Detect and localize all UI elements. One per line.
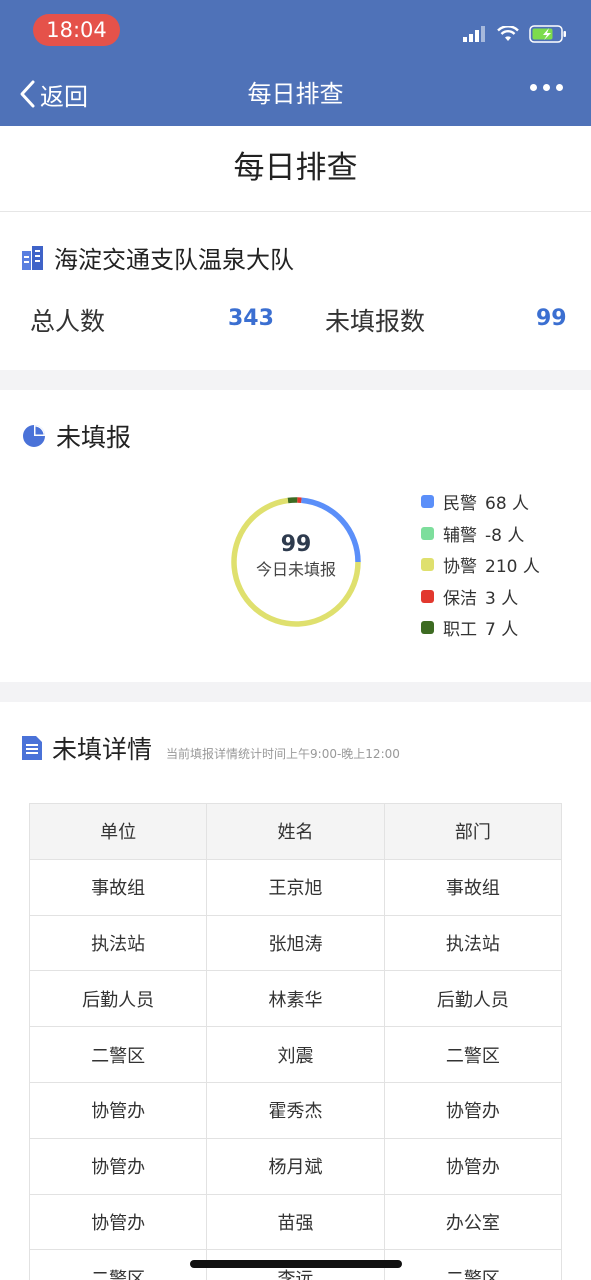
unit-cell: 二警区 — [28, 1249, 208, 1280]
department-cell: 办公室 — [383, 1193, 563, 1251]
unit-header: 海淀交通支队温泉大队 — [22, 240, 294, 275]
chart-header: 未填报 — [22, 418, 131, 454]
donut-center-value: 99 — [280, 532, 312, 557]
legend-label: 职工 — [443, 620, 477, 641]
more-dot-icon — [543, 84, 550, 91]
signal-icon — [463, 26, 485, 42]
chart-legend: 民警 68 人辅警 -8 人协警 210 人保洁 3 人职工 7 人 — [421, 486, 540, 644]
department-cell: 二警区 — [383, 1026, 563, 1083]
name-cell: 张旭涛 — [206, 914, 385, 972]
table-header-row: 单位 姓名 部门 — [28, 803, 563, 860]
status-icons — [463, 22, 567, 46]
column-header: 部门 — [383, 803, 563, 860]
page-title: 每日排查 — [0, 126, 591, 212]
table-row: 事故组 王京旭 事故组 — [28, 858, 563, 916]
unfilled-table: 单位 姓名 部门 事故组 王京旭 事故组 执法站 张旭涛 执法站 后勤人员 林素华 后勤人员 二警… — [28, 803, 563, 1280]
legend-swatch — [421, 558, 434, 572]
legend-swatch — [421, 495, 434, 509]
table-row: 二警区 刘震 二警区 — [28, 1026, 563, 1083]
legend-label: 协警 — [443, 557, 477, 578]
legend-label: 民警 — [443, 494, 477, 515]
department-cell: 执法站 — [383, 914, 563, 972]
legend-value: -8 人 — [485, 525, 525, 546]
department-cell: 事故组 — [383, 858, 563, 916]
name-cell: 王京旭 — [206, 858, 385, 916]
legend-swatch — [421, 526, 434, 540]
unit-cell: 事故组 — [28, 858, 208, 916]
detail-title: 未填详情 — [52, 735, 153, 764]
unit-cell: 执法站 — [28, 914, 208, 972]
department-cell: 二警区 — [383, 1249, 563, 1280]
legend-item[interactable]: 辅警 -8 人 — [421, 518, 540, 550]
more-menu-button[interactable] — [530, 84, 563, 91]
total-count-value: 343 — [228, 306, 274, 331]
table-row: 执法站 张旭涛 执法站 — [28, 914, 563, 972]
section-divider — [0, 370, 591, 390]
total-count-label: 总人数 — [30, 307, 106, 336]
home-indicator — [190, 1260, 402, 1268]
wifi-icon — [497, 26, 519, 41]
pie-chart-icon — [23, 425, 45, 447]
legend-swatch — [421, 621, 434, 635]
table-row: 协管办 霍秀杰 协管办 — [28, 1081, 563, 1139]
name-cell: 刘震 — [206, 1026, 385, 1083]
unit-summary: 海淀交通支队温泉大队 总人数 343 未填报数 99 — [0, 212, 591, 370]
status-time: 18:04 — [33, 14, 120, 46]
unit-cell: 协管办 — [28, 1137, 208, 1195]
donut-slice-职工 — [287, 497, 298, 504]
more-dot-icon — [556, 84, 563, 91]
department-cell: 协管办 — [383, 1137, 563, 1195]
document-icon — [22, 736, 42, 760]
legend-value: 68 人 — [485, 494, 530, 515]
name-cell: 霍秀杰 — [206, 1081, 385, 1139]
legend-value: 7 人 — [485, 620, 519, 641]
department-cell: 协管办 — [383, 1081, 563, 1139]
section-divider — [0, 682, 591, 702]
legend-value: 3 人 — [485, 588, 519, 609]
legend-item[interactable]: 职工 7 人 — [421, 612, 540, 644]
donut-center-label: 今日未填报 — [255, 560, 336, 579]
department-cell: 后勤人员 — [383, 970, 563, 1028]
chart-title: 未填报 — [56, 423, 132, 452]
app-header: 18:04 返回 每日排查 — [0, 0, 591, 126]
name-cell: 杨月斌 — [206, 1137, 385, 1195]
legend-item[interactable]: 民警 68 人 — [421, 486, 540, 518]
column-header: 姓名 — [206, 803, 385, 860]
legend-item[interactable]: 协警 210 人 — [421, 549, 540, 581]
table-row: 协管办 苗强 办公室 — [28, 1193, 563, 1251]
more-dot-icon — [530, 84, 537, 91]
unfilled-count-value: 99 — [536, 306, 567, 331]
unfilled-chart-section: 未填报 99 今日未填报 民警 68 人辅警 -8 人协警 210 人保洁 3 人职工 7… — [0, 390, 591, 682]
donut-center: 99 今日未填报 — [226, 532, 366, 582]
legend-swatch — [421, 589, 434, 603]
legend-label: 辅警 — [443, 525, 477, 546]
unit-cell: 协管办 — [28, 1193, 208, 1251]
name-cell: 林素华 — [206, 970, 385, 1028]
name-cell: 苗强 — [206, 1193, 385, 1251]
legend-label: 保洁 — [443, 588, 477, 609]
legend-item[interactable]: 保洁 3 人 — [421, 581, 540, 613]
building-icon — [22, 245, 43, 270]
unit-name: 海淀交通支队温泉大队 — [54, 246, 294, 274]
table-row: 协管办 杨月斌 协管办 — [28, 1137, 563, 1195]
detail-note: 当前填报详情统计时间上午9:00-晚上12:00 — [166, 747, 400, 761]
column-header: 单位 — [28, 803, 208, 860]
unit-cell: 二警区 — [28, 1026, 208, 1083]
battery-icon — [529, 25, 566, 43]
unit-cell: 后勤人员 — [28, 970, 208, 1028]
detail-header: 未填详情 当前填报详情统计时间上午9:00-晚上12:00 — [22, 730, 400, 766]
unfilled-detail-section: 未填详情 当前填报详情统计时间上午9:00-晚上12:00 单位 姓名 部门 事… — [0, 702, 591, 1280]
nav-title: 每日排查 — [247, 80, 344, 108]
unfilled-count-label: 未填报数 — [325, 307, 426, 336]
unit-cell: 协管办 — [28, 1081, 208, 1139]
legend-value: 210 人 — [485, 557, 540, 578]
table-row: 后勤人员 林素华 后勤人员 — [28, 970, 563, 1028]
